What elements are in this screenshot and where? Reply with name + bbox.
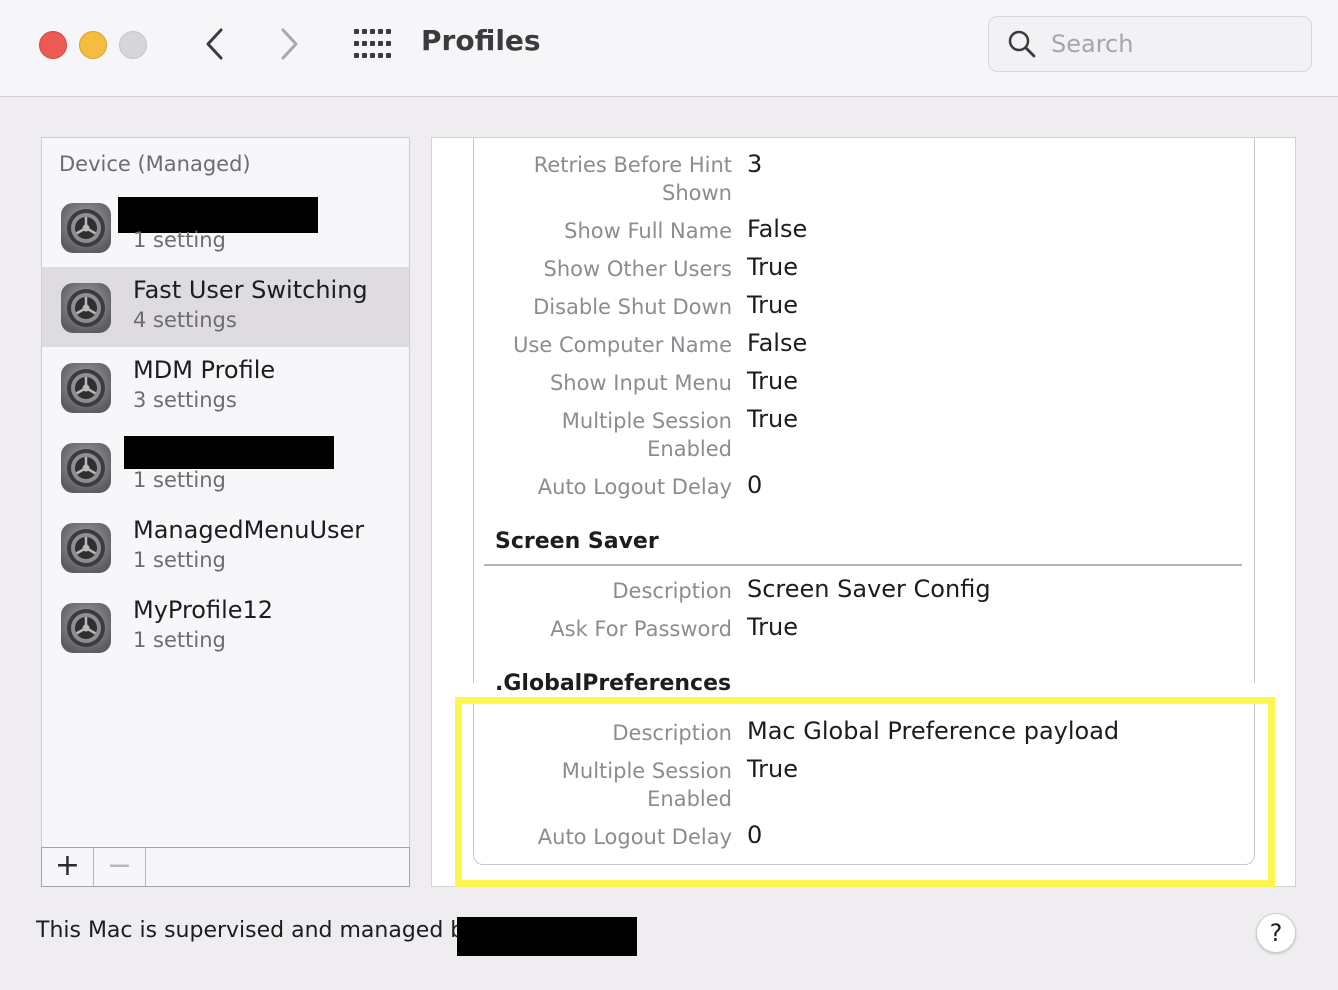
close-window-button[interactable] xyxy=(39,31,67,59)
prop-value: 3 xyxy=(747,150,763,178)
gear-icon xyxy=(61,363,111,413)
window-title: Profiles xyxy=(421,24,541,57)
chevron-right-icon xyxy=(281,28,298,60)
sidebar-header: Device (Managed) xyxy=(59,152,251,176)
prop-value: True xyxy=(747,253,798,281)
section-divider xyxy=(484,564,1242,566)
sidebar-item-myprofile12[interactable]: MyProfile12 1 setting xyxy=(42,587,409,667)
prop-label: Description xyxy=(612,579,732,603)
prop-label: Show Input Menu xyxy=(549,371,732,395)
section-title-global-preferences: .GlobalPreferences xyxy=(495,671,732,696)
grid-icon xyxy=(354,29,391,58)
profile-setting-count: 4 settings xyxy=(133,308,237,332)
title-bar: Profiles Search xyxy=(0,0,1338,97)
profiles-sidebar: Device (Managed) 1 setting Fast User Swi… xyxy=(41,137,410,848)
prop-label: Use Computer Name xyxy=(513,333,732,357)
profile-name: ManagedMenuUser xyxy=(133,516,365,544)
sidebar-item-redacted-1[interactable]: 1 setting xyxy=(42,187,409,267)
profile-setting-count: 1 setting xyxy=(133,628,226,652)
profile-setting-count: 1 setting xyxy=(133,548,226,572)
prop-label: Multiple Session Enabled xyxy=(561,409,732,461)
back-button[interactable] xyxy=(196,22,236,66)
prop-value: 0 xyxy=(747,471,763,499)
prop-value: False xyxy=(747,215,808,243)
chevron-left-icon xyxy=(206,28,223,60)
redacted-profile-name xyxy=(124,436,334,469)
search-icon xyxy=(1008,30,1036,58)
zoom-window-button[interactable] xyxy=(119,31,147,59)
gear-icon xyxy=(61,523,111,573)
profile-name: MyProfile12 xyxy=(133,596,274,624)
supervision-notice: This Mac is supervised and managed by xyxy=(36,918,478,943)
prop-label: Disable Shut Down xyxy=(533,295,732,319)
help-button[interactable]: ? xyxy=(1256,913,1296,953)
sidebar-item-redacted-2[interactable]: 1 setting xyxy=(42,427,409,507)
highlight-annotation xyxy=(455,697,1275,887)
gear-icon xyxy=(61,283,111,333)
profile-setting-count: 3 settings xyxy=(133,388,237,412)
sidebar-item-managedmenuuser[interactable]: ManagedMenuUser 1 setting xyxy=(42,507,409,587)
gear-icon xyxy=(61,603,111,653)
profile-setting-count: 1 setting xyxy=(133,468,226,492)
prop-value: True xyxy=(747,291,798,319)
minimize-window-button[interactable] xyxy=(79,31,107,59)
gear-icon xyxy=(61,203,111,253)
prop-label: Show Full Name xyxy=(564,219,732,243)
sidebar-item-fast-user-switching[interactable]: Fast User Switching 4 settings xyxy=(42,267,409,347)
gear-icon xyxy=(61,443,111,493)
search-field[interactable]: Search xyxy=(988,16,1312,72)
profile-name: Fast User Switching xyxy=(133,276,368,304)
show-all-button[interactable] xyxy=(352,27,392,61)
prop-value: True xyxy=(747,613,798,641)
sidebar-controls: + − xyxy=(41,847,410,887)
prop-label: Show Other Users xyxy=(543,257,732,281)
profile-name: MDM Profile xyxy=(133,356,276,384)
prop-value: Screen Saver Config xyxy=(747,575,991,603)
prop-value: True xyxy=(747,405,798,433)
search-placeholder: Search xyxy=(1051,30,1134,58)
prop-value: True xyxy=(747,367,798,395)
sidebar-item-mdm-profile[interactable]: MDM Profile 3 settings xyxy=(42,347,409,427)
prop-label: Ask For Password xyxy=(550,617,732,641)
add-profile-button[interactable]: + xyxy=(42,848,94,886)
prop-label: Retries Before Hint Shown xyxy=(533,153,732,205)
section-title-screen-saver: Screen Saver xyxy=(495,529,659,554)
profile-setting-count: 1 setting xyxy=(133,228,226,252)
remove-profile-button[interactable]: − xyxy=(94,848,146,886)
redacted-organization xyxy=(457,917,637,956)
forward-button[interactable] xyxy=(270,22,310,66)
prop-label: Auto Logout Delay xyxy=(537,475,732,499)
prop-value: False xyxy=(747,329,808,357)
